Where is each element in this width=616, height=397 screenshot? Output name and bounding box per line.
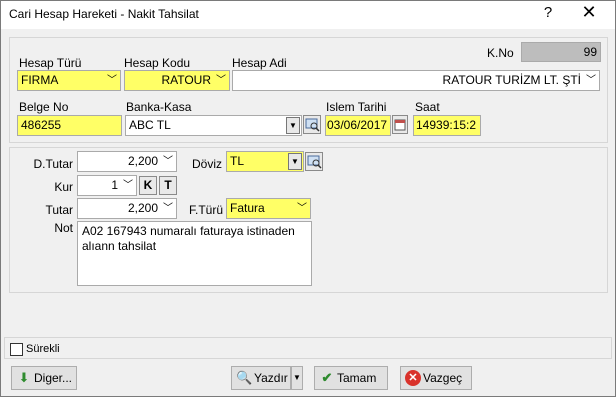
- saat-field[interactable]: 14939:15:2: [413, 115, 481, 136]
- hesap-kodu-select[interactable]: RATOUR ﹀: [124, 70, 230, 91]
- calendar-button[interactable]: [392, 115, 408, 134]
- close-button[interactable]: ✕: [579, 2, 599, 23]
- window-title: Cari Hesap Hareketi - Nakit Tahsilat: [9, 7, 199, 21]
- checkmark-icon: ✔: [321, 370, 333, 385]
- lookup-icon: [307, 155, 322, 169]
- hesap-adi-label: Hesap Adi: [232, 56, 287, 70]
- chevron-down-icon: ﹀: [123, 180, 133, 191]
- hesap-turu-select[interactable]: FIRMA ﹀: [17, 70, 121, 91]
- print-preview-icon: 🔍: [236, 370, 253, 385]
- tutar-field[interactable]: 2,200 ﹀: [77, 198, 177, 219]
- kno-field: 99: [521, 42, 601, 62]
- yazdir-button[interactable]: 🔍 Yazdır: [231, 366, 291, 390]
- chevron-down-icon: ﹀: [163, 156, 173, 167]
- tutar-label: Tutar: [45, 203, 73, 217]
- chevron-down-icon: ﹀: [163, 203, 173, 214]
- islem-tarihi-field[interactable]: 03/06/2017: [325, 115, 391, 136]
- hesap-kodu-label: Hesap Kodu: [124, 56, 191, 70]
- vazgec-button[interactable]: ✕ Vazgeç: [400, 366, 472, 390]
- arrow-down-icon: ⬇: [18, 370, 30, 385]
- banka-kasa-lookup-button[interactable]: [303, 115, 321, 134]
- doviz-label: Döviz: [192, 157, 223, 171]
- surekli-checkbox[interactable]: [10, 343, 23, 356]
- surekli-label: Sürekli: [26, 343, 60, 355]
- options-panel: [4, 337, 612, 359]
- title-bar: Cari Hesap Hareketi - Nakit Tahsilat ? ✕: [1, 1, 615, 29]
- banka-kasa-label: Banka-Kasa: [126, 100, 192, 114]
- help-button[interactable]: ?: [541, 4, 555, 21]
- doviz-select[interactable]: TL ▼: [226, 151, 304, 172]
- cancel-icon: ✕: [405, 370, 421, 386]
- saat-label: Saat: [415, 100, 440, 114]
- belge-no-label: Belge No: [19, 100, 69, 114]
- dropdown-arrow-icon[interactable]: ▼: [286, 117, 300, 134]
- hesap-adi-select[interactable]: RATOUR TURİZM LT. ŞTİ ﹀: [232, 70, 600, 91]
- chevron-down-icon: ﹀: [107, 75, 117, 86]
- kno-label: K.No: [487, 46, 514, 60]
- not-label: Not: [54, 221, 73, 235]
- dialog-window: Cari Hesap Hareketi - Nakit Tahsilat ? ✕…: [0, 0, 616, 397]
- dtutar-field[interactable]: 2,200 ﹀: [77, 151, 177, 172]
- dropdown-arrow-icon[interactable]: ▼: [288, 153, 302, 170]
- k-button[interactable]: K: [139, 176, 157, 195]
- belge-no-field[interactable]: 486255: [17, 115, 122, 136]
- doviz-lookup-button[interactable]: [305, 152, 323, 171]
- fturu-label: F.Türü: [189, 203, 224, 217]
- lookup-icon: [305, 118, 320, 132]
- dropdown-arrow-icon: ▼: [293, 373, 301, 382]
- chevron-down-icon: ﹀: [586, 75, 596, 86]
- hesap-turu-label: Hesap Türü: [19, 56, 82, 70]
- dtutar-label: D.Tutar: [33, 157, 73, 171]
- fturu-select[interactable]: Fatura ﹀: [226, 198, 311, 219]
- chevron-down-icon: ﹀: [216, 75, 226, 86]
- chevron-down-icon: ﹀: [297, 203, 307, 214]
- tamam-button[interactable]: ✔ Tamam: [314, 366, 388, 390]
- diger-button[interactable]: ⬇ Diger...: [11, 366, 77, 390]
- t-button[interactable]: T: [159, 176, 177, 195]
- calendar-icon: [394, 119, 406, 131]
- yazdir-dropdown-button[interactable]: ▼: [291, 366, 303, 390]
- islem-tarihi-label: Islem Tarihi: [326, 100, 387, 114]
- kur-field[interactable]: 1 ﹀: [77, 175, 137, 196]
- banka-kasa-select[interactable]: ABC TL ▼: [125, 115, 302, 136]
- not-memo[interactable]: A02 167943 numaralı faturaya istinaden a…: [77, 221, 312, 286]
- kur-label: Kur: [54, 180, 73, 194]
